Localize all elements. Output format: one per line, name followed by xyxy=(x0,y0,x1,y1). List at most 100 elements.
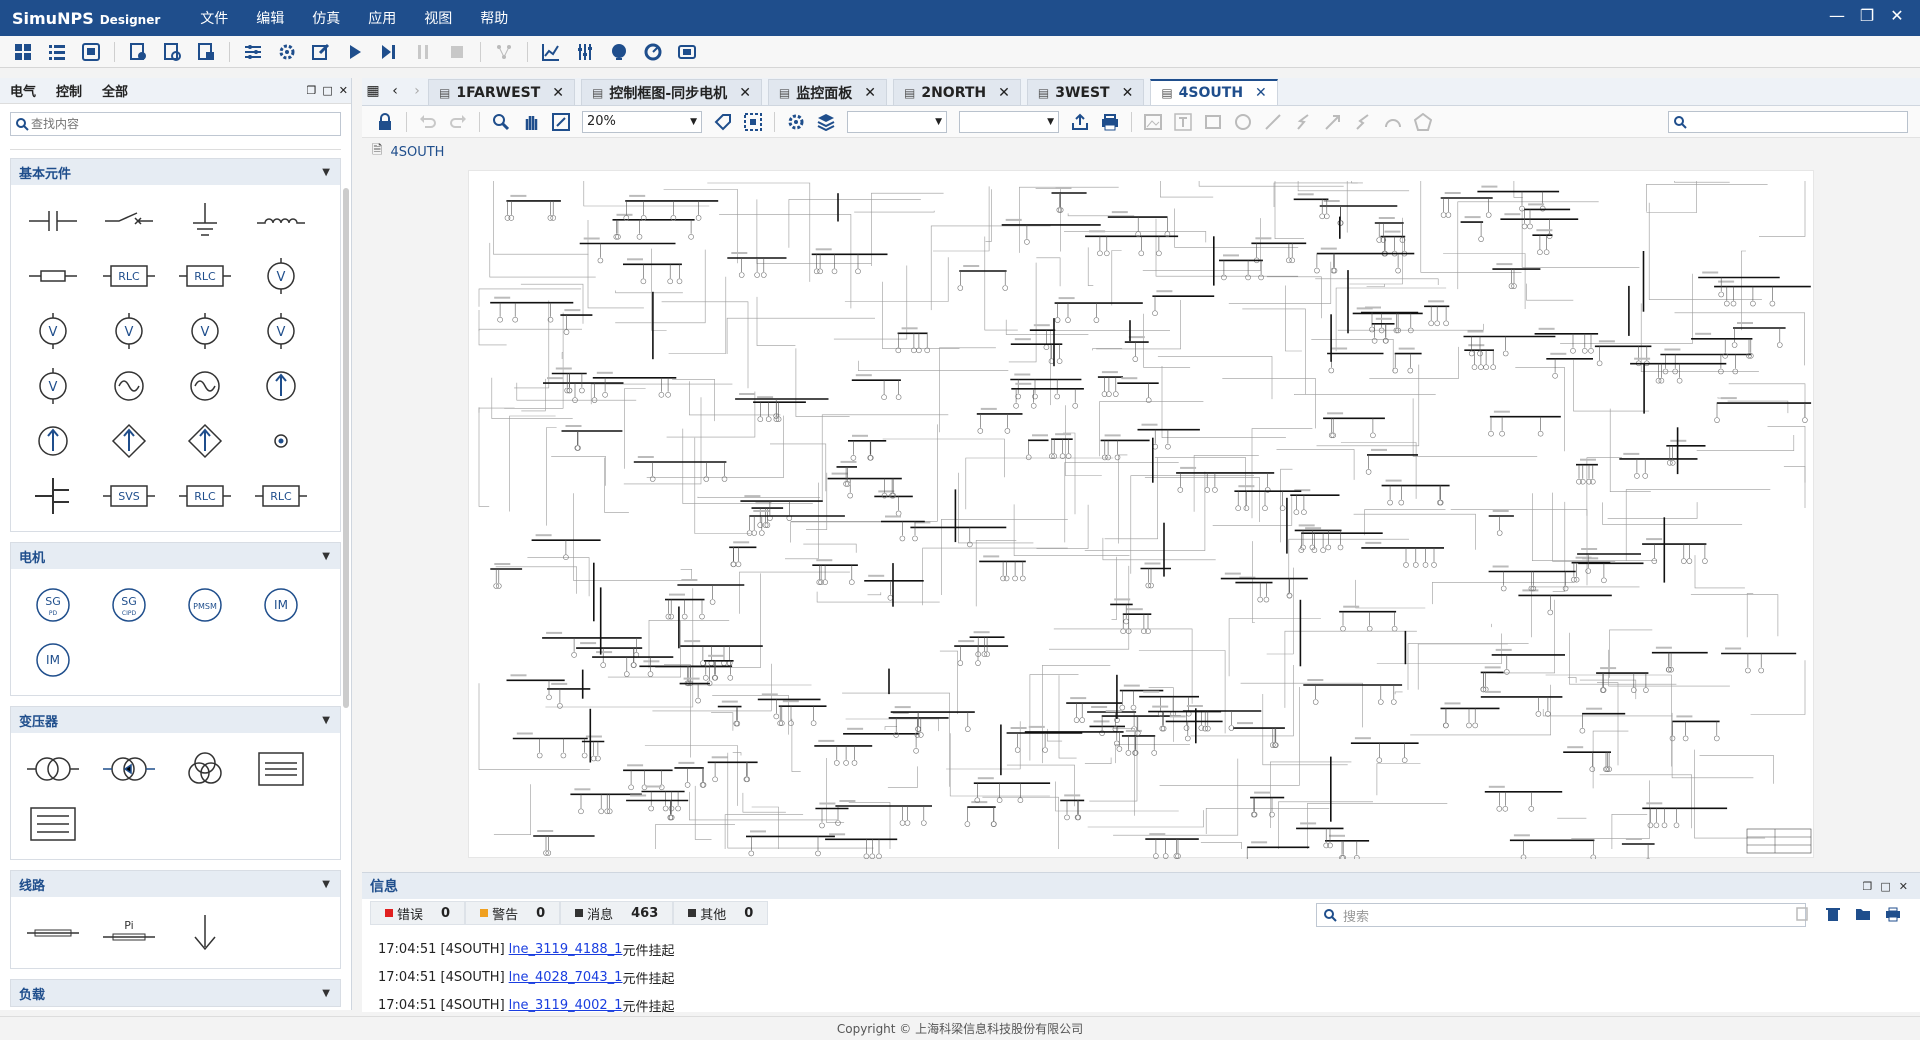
dashboard-icon[interactable] xyxy=(12,41,34,63)
lock-icon[interactable] xyxy=(374,111,396,133)
tab-监控面板[interactable]: ▤ 监控面板 ✕ xyxy=(767,79,887,105)
device-icon[interactable] xyxy=(676,41,698,63)
rectangle-icon[interactable] xyxy=(1202,111,1224,133)
folder-icon[interactable] xyxy=(1854,905,1872,923)
maximize-icon[interactable]: □ xyxy=(1880,880,1890,893)
scrollbar[interactable] xyxy=(343,188,349,708)
chevron-left-icon[interactable]: ‹ xyxy=(384,83,406,99)
voltage-meter-icon[interactable]: V xyxy=(243,248,319,303)
undo-icon[interactable] xyxy=(417,111,439,133)
tab-all[interactable]: 全部 xyxy=(102,81,128,100)
image-icon[interactable] xyxy=(1142,111,1164,133)
im-alt-icon[interactable]: IM xyxy=(15,632,91,687)
sg-cipd-icon[interactable]: SG CIPD xyxy=(91,577,167,632)
log-element-link[interactable]: lne_3119_4188_1 xyxy=(509,942,623,957)
export-icon[interactable] xyxy=(1069,111,1091,133)
current-source-dc-icon[interactable] xyxy=(15,413,91,468)
filter-messages[interactable]: 消息 463 xyxy=(560,901,674,925)
monitor-icon[interactable] xyxy=(608,41,630,63)
filter-other[interactable]: 其他 0 xyxy=(673,901,769,925)
maximize-icon[interactable]: □ xyxy=(322,84,332,97)
sg-pd-icon[interactable]: SG PD xyxy=(15,577,91,632)
list-icon[interactable] xyxy=(46,41,68,63)
rlc-branch-icon[interactable]: RLC xyxy=(91,248,167,303)
pmsm-icon[interactable]: PMSM xyxy=(167,577,243,632)
size-select[interactable]: ▼ xyxy=(959,110,1059,133)
document-list-icon[interactable]: ▦ xyxy=(362,83,384,99)
transformer-core-3w-icon[interactable] xyxy=(15,796,91,851)
minimize-icon[interactable]: — xyxy=(1822,6,1852,25)
rlc-series-icon[interactable]: RLC xyxy=(167,468,243,523)
controlled-voltage-dc-icon[interactable]: V xyxy=(15,358,91,413)
zoom-select[interactable]: 20% ▼ xyxy=(582,110,702,133)
copy-icon[interactable] xyxy=(1794,905,1812,923)
close-icon[interactable]: ✕ xyxy=(864,85,876,101)
gear-icon[interactable] xyxy=(785,111,807,133)
ground-icon[interactable] xyxy=(167,193,243,248)
diagram-canvas[interactable] xyxy=(468,170,1814,868)
restore-icon[interactable]: ❐ xyxy=(1852,6,1882,25)
text-icon[interactable] xyxy=(1172,111,1194,133)
switch-icon[interactable] xyxy=(91,193,167,248)
pan-hand-icon[interactable] xyxy=(520,111,542,133)
close-window-icon[interactable]: ✕ xyxy=(1882,6,1912,25)
tab-control[interactable]: 控制 xyxy=(56,81,82,100)
circle-icon[interactable] xyxy=(1232,111,1254,133)
group-header-basic[interactable]: 基本元件 ▼ xyxy=(11,159,340,185)
select-frame-icon[interactable] xyxy=(742,111,764,133)
transformer-phase-icon[interactable] xyxy=(91,741,167,796)
transformer-core-icon[interactable] xyxy=(243,741,319,796)
tab-1farwest[interactable]: ▤ 1FARWEST ✕ xyxy=(428,79,576,105)
polygon-icon[interactable] xyxy=(1412,111,1434,133)
ac-source-alt-icon[interactable] xyxy=(167,358,243,413)
arc-icon[interactable] xyxy=(1382,111,1404,133)
menu-help[interactable]: 帮助 xyxy=(480,8,508,28)
font-select[interactable]: ▼ xyxy=(847,110,947,133)
im-icon[interactable]: IM xyxy=(243,577,319,632)
pause-icon[interactable] xyxy=(412,41,434,63)
zoom-icon[interactable] xyxy=(490,111,512,133)
rlc-parallel-icon[interactable]: RLC xyxy=(243,468,319,523)
group-header-lines[interactable]: 线路 ▼ xyxy=(11,871,340,897)
tag-icon[interactable] xyxy=(712,111,734,133)
new-project-icon[interactable] xyxy=(127,41,149,63)
tab-3west[interactable]: ▤ 3WEST ✕ xyxy=(1026,79,1145,105)
line-icon[interactable] xyxy=(15,905,91,960)
transformer-3w-icon[interactable] xyxy=(167,741,243,796)
info-search[interactable]: 搜索 xyxy=(1316,903,1806,927)
breadcrumb-label[interactable]: 4SOUTH xyxy=(390,145,444,160)
resistor-icon[interactable] xyxy=(15,248,91,303)
chart-icon[interactable] xyxy=(540,41,562,63)
close-icon[interactable]: ✕ xyxy=(339,84,348,97)
capacitor-icon[interactable] xyxy=(15,193,91,248)
settings-list-icon[interactable] xyxy=(242,41,264,63)
close-icon[interactable]: ✕ xyxy=(1255,85,1267,101)
search-input[interactable] xyxy=(29,116,319,132)
voltage-source-ac-icon[interactable]: V xyxy=(167,303,243,358)
close-icon[interactable]: ✕ xyxy=(998,85,1010,101)
bus-icon[interactable] xyxy=(15,468,91,523)
node-icon[interactable] xyxy=(243,413,319,468)
run-icon[interactable] xyxy=(344,41,366,63)
log-element-link[interactable]: lne_4028_7043_1 xyxy=(509,970,623,985)
edit-icon[interactable] xyxy=(310,41,332,63)
transformer-2w-icon[interactable] xyxy=(15,741,91,796)
current-source-icon[interactable] xyxy=(243,358,319,413)
svs-icon[interactable]: SVS xyxy=(91,468,167,523)
network-icon[interactable] xyxy=(493,41,515,63)
close-icon[interactable]: ✕ xyxy=(739,85,751,101)
float-icon[interactable]: ❐ xyxy=(1863,880,1873,893)
line-tool-icon[interactable] xyxy=(1262,111,1284,133)
voltage-source-dc-icon[interactable]: V xyxy=(91,303,167,358)
fit-view-icon[interactable] xyxy=(550,111,572,133)
close-icon[interactable]: ✕ xyxy=(552,85,564,101)
group-header-loads[interactable]: 负载 ▼ xyxy=(11,980,340,1006)
editor-search[interactable] xyxy=(1668,110,1908,133)
controlled-current-alt-icon[interactable] xyxy=(167,413,243,468)
voltage-source-icon[interactable]: V xyxy=(15,303,91,358)
layers-icon[interactable] xyxy=(815,111,837,133)
print-icon[interactable] xyxy=(1099,111,1121,133)
log-element-link[interactable]: lne_3119_4002_1 xyxy=(509,998,623,1013)
print-icon[interactable] xyxy=(1884,905,1902,923)
stop-icon[interactable] xyxy=(446,41,468,63)
